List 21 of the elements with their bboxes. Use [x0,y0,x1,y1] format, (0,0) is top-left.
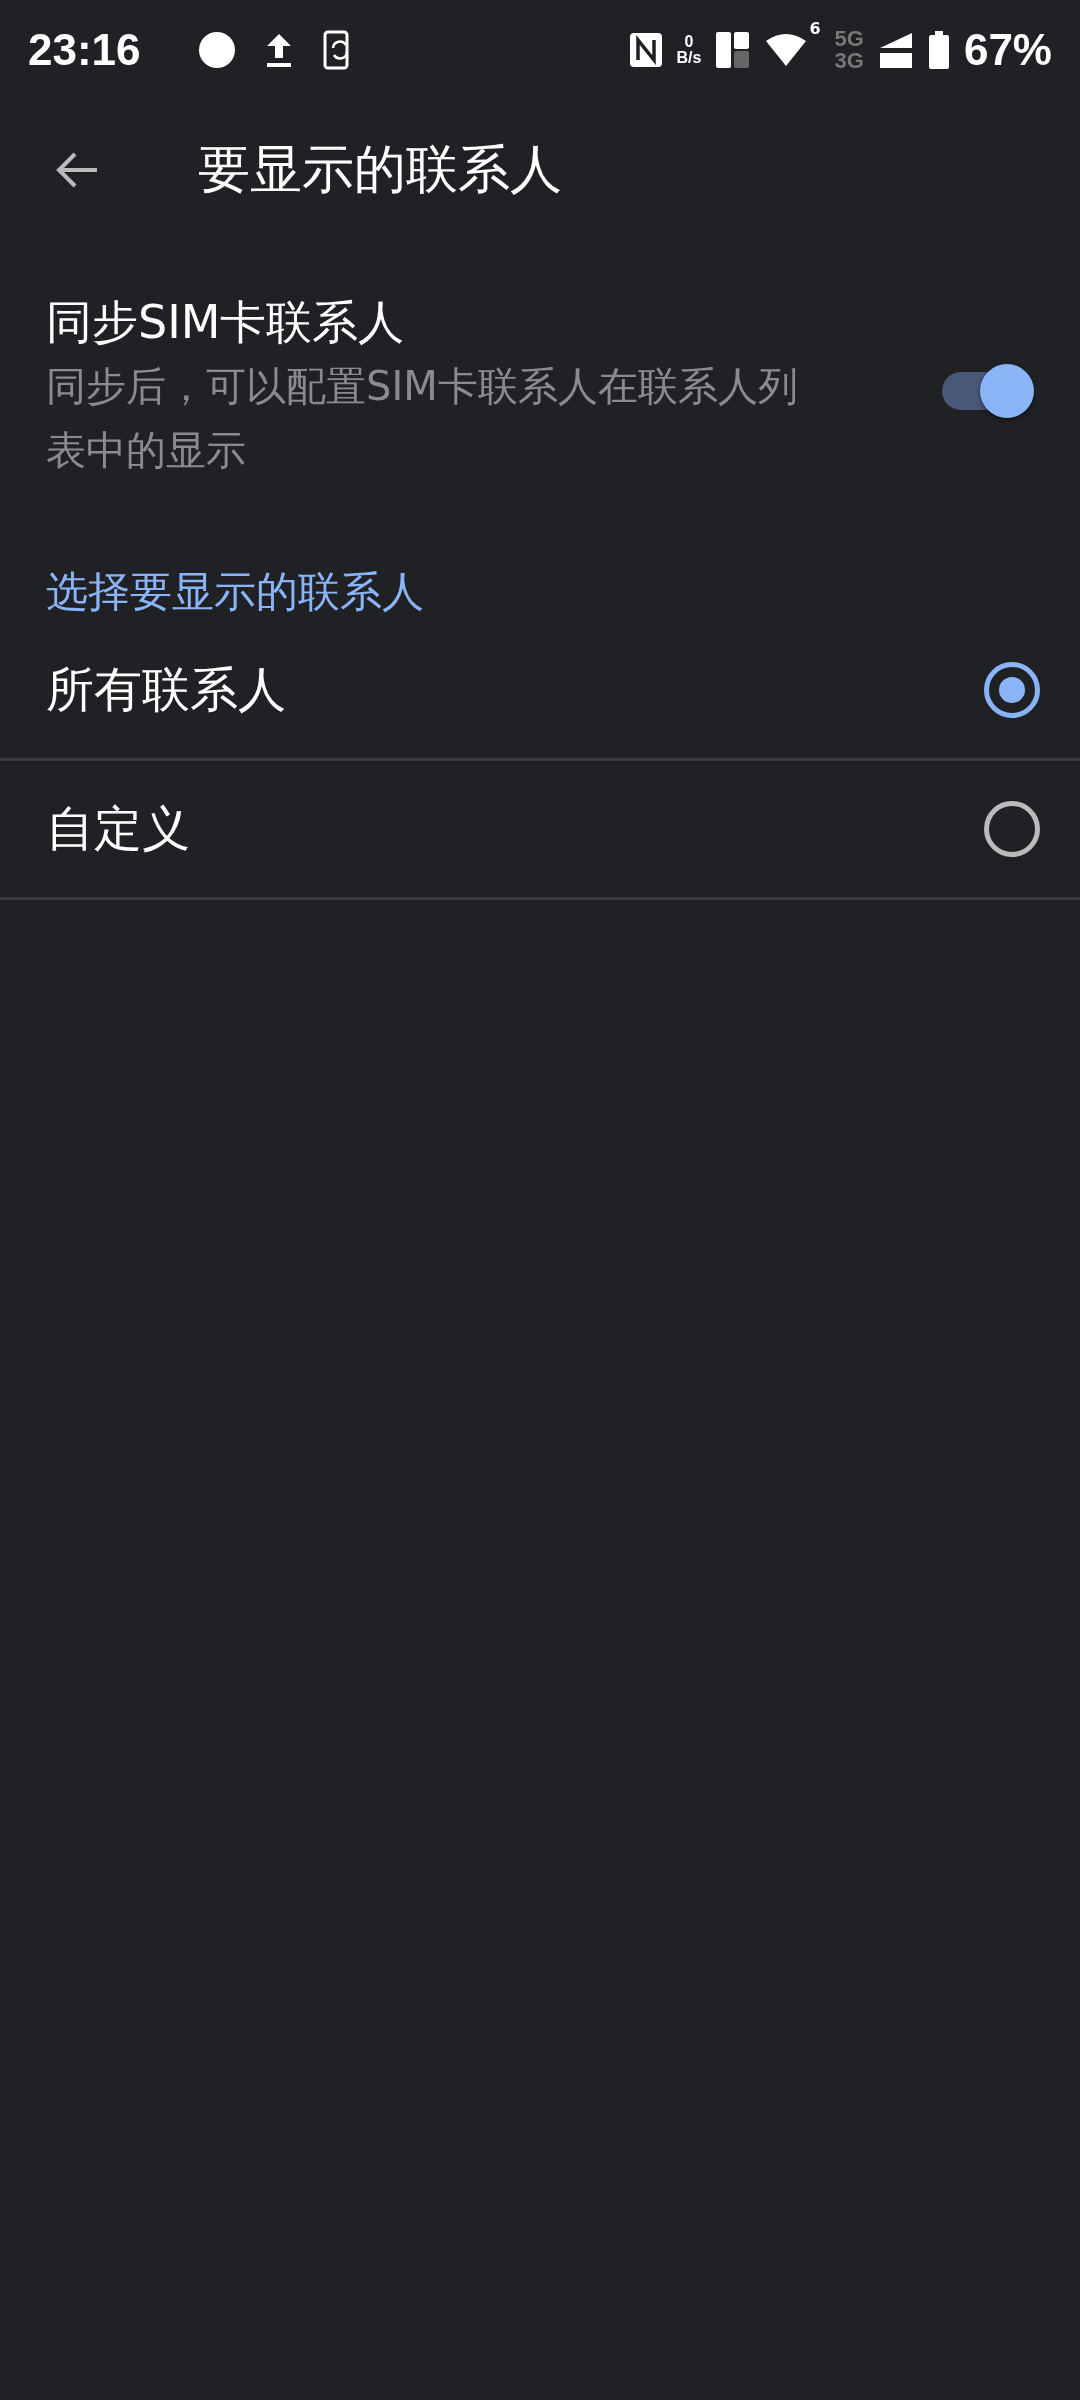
section-header: 选择要显示的联系人 [45,566,425,618]
option-label: 自定义 [46,799,190,858]
network-type: 3G [834,50,864,72]
screen-title: 要显示的联系人 [198,138,562,201]
clock: 23:16 [28,25,141,75]
net-speed-unit: B/s [676,50,702,66]
wifi-icon [765,33,808,67]
wifi-label: 6 [809,19,821,38]
net-speed-value: 0 [684,34,694,50]
upload-icon [264,32,293,68]
battery-level: 67% [963,25,1052,75]
nfc-icon [628,32,663,68]
signal-icon [877,31,914,69]
radio-button[interactable] [984,662,1040,718]
setting-description: 同步后，可以配置SIM卡联系人在联系人列表中的显示 [46,362,799,475]
network-type: 5G [834,28,864,50]
option-label: 所有联系人 [46,660,286,719]
setting-title: 同步SIM卡联系人 [46,294,406,351]
battery-icon [927,31,950,69]
radio-button[interactable] [984,801,1040,857]
circle-icon [198,32,235,68]
